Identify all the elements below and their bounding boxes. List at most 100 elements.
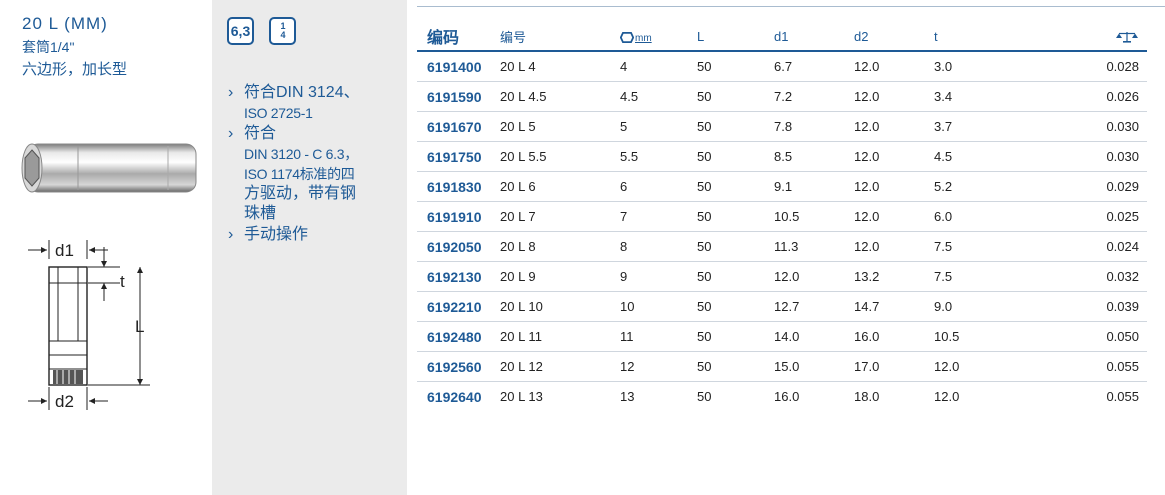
drive-size-value: 6,3	[230, 23, 251, 39]
cell-d1: 6.7	[764, 51, 844, 82]
socket-photo	[21, 143, 197, 193]
cell-code: 6191750	[417, 141, 490, 172]
cell-d1: 15.0	[764, 351, 844, 382]
cell-d2: 18.0	[854, 389, 880, 404]
header-size: mm	[610, 22, 687, 52]
cell-d2: 12.0	[844, 201, 924, 232]
cell-l: 50	[687, 111, 764, 142]
cell-l: 50	[687, 201, 764, 232]
cell-code: 6192560	[417, 351, 490, 382]
header-code: 编码	[417, 22, 490, 52]
cell-d1: 7.8	[764, 111, 844, 142]
table-header-row: 编码 编号 mm L d1 d2 t	[417, 22, 1147, 52]
cell-weight: 0.029	[1004, 171, 1147, 202]
hex-mm-icon	[619, 31, 635, 43]
cell-number: 20 L 4	[490, 51, 610, 82]
cell-t: 5.2	[924, 171, 1004, 202]
cell-weight: 0.025	[1004, 201, 1147, 232]
table-row: 6191910 20 L 7 7 50 10.5 12.0 6.0 0.025	[417, 201, 1147, 232]
cell-d1: 12.7	[764, 291, 844, 322]
cell-size: 10	[610, 291, 687, 322]
cell-d2: 12.0	[844, 81, 924, 112]
cell-size: 11	[610, 321, 687, 352]
cell-l: 50	[687, 261, 764, 292]
feature-item: › 手动操作	[228, 225, 398, 245]
cell-number: 20 L 5.5	[490, 141, 610, 172]
table-row: 6192130 20 L 9 9 50 12.0 13.2 7.5 0.032	[417, 261, 1147, 292]
cell-l: 50	[687, 321, 764, 352]
cell-t: 3.4	[924, 81, 1004, 112]
cell-weight: 0.024	[1004, 231, 1147, 262]
d1-label: d1	[55, 241, 74, 260]
feature-line: ISO 2725-1	[244, 105, 313, 121]
cell-l: 50	[687, 351, 764, 382]
cell-weight: 0.055	[1004, 351, 1147, 382]
cell-d2: 12.0	[844, 111, 924, 142]
table-row: 6192050 20 L 8 8 50 11.3 12.0 7.5 0.024	[417, 231, 1147, 262]
header-d2: d2	[844, 22, 924, 52]
cell-number: 20 L 6	[490, 171, 610, 202]
cell-size: 9	[610, 261, 687, 292]
cell-t: 9.0	[924, 291, 1004, 322]
top-divider	[417, 6, 1165, 7]
cell-weight: 0.030	[1004, 141, 1147, 172]
cell-t: 12.0	[934, 389, 960, 404]
cell-code: 6192480	[417, 321, 490, 352]
feature-line: 手动操作	[244, 226, 309, 243]
feature-line: 符合DIN 3124、	[244, 84, 360, 101]
table-row: 6191400 20 L 4 4 50 6.7 12.0 3.0 0.028	[417, 51, 1147, 82]
cell-number: 20 L 5	[490, 111, 610, 142]
cell-code: 6192640	[427, 388, 482, 405]
product-title: 20 L (MM)	[22, 14, 108, 33]
drive-size-badge: 6,3	[227, 17, 254, 45]
cell-l: 50	[687, 51, 764, 82]
cell-t: 7.5	[924, 261, 1004, 292]
cell-d2: 13.2	[844, 261, 924, 292]
cell-weight: 0.055	[1106, 389, 1139, 404]
cell-code: 6192130	[417, 261, 490, 292]
cell-size: 6	[610, 171, 687, 202]
feature-line: DIN 3120 - C 6.3，	[244, 146, 358, 162]
chevron-right-icon: ›	[228, 226, 234, 243]
cell-number: 20 L 8	[490, 231, 610, 262]
cell-size: 4	[610, 51, 687, 82]
cell-weight: 0.030	[1004, 111, 1147, 142]
cell-t: 3.0	[924, 51, 1004, 82]
cell-l: 50	[687, 291, 764, 322]
table-row: 6191750 20 L 5.5 5.5 50 8.5 12.0 4.5 0.030	[417, 141, 1147, 172]
cell-code: 6191830	[417, 171, 490, 202]
table-row: 6191830 20 L 6 6 50 9.1 12.0 5.2 0.029	[417, 171, 1147, 202]
table-row: 6192210 20 L 10 10 50 12.7 14.7 9.0 0.039	[417, 291, 1147, 322]
cell-number: 20 L 7	[490, 201, 610, 232]
feature-list: › 符合DIN 3124、 ISO 2725-1 › 符合 DIN 3120 -…	[228, 83, 398, 246]
cell-l: 50	[687, 141, 764, 172]
cell-number: 20 L 12	[490, 351, 610, 382]
cell-number: 20 L 10	[490, 291, 610, 322]
cell-l: 50	[697, 389, 712, 404]
chevron-right-icon: ›	[228, 84, 234, 101]
feature-line: 方驱动，带有钢	[244, 185, 357, 202]
drive-fraction-badge: 1 4	[269, 17, 296, 45]
cell-l: 50	[687, 81, 764, 112]
cell-t: 3.7	[924, 111, 1004, 142]
cell-code: 6191910	[417, 201, 490, 232]
cell-size: 13	[620, 389, 635, 404]
header-weight	[1004, 22, 1147, 52]
product-subtitle: 套筒1/4"	[22, 39, 75, 55]
table-row: 6192480 20 L 11 11 50 14.0 16.0 10.5 0.050	[417, 321, 1147, 352]
table-row: 6192560 20 L 12 12 50 15.0 17.0 12.0 0.055	[417, 351, 1147, 382]
cell-size: 12	[610, 351, 687, 382]
cell-t: 6.0	[924, 201, 1004, 232]
feature-line: ISO 1174标准的四	[244, 166, 355, 182]
cell-code: 6191590	[417, 81, 490, 112]
cell-size: 5.5	[610, 141, 687, 172]
product-description: 六边形，加长型	[22, 61, 128, 78]
feature-item: › 符合 DIN 3120 - C 6.3， ISO 1174标准的四 方驱动，…	[228, 124, 398, 224]
cell-number: 20 L 13	[500, 389, 543, 404]
feature-item: › 符合DIN 3124、 ISO 2725-1	[228, 83, 398, 123]
cell-d1: 9.1	[764, 171, 844, 202]
d2-label: d2	[55, 392, 74, 411]
cell-t: 10.5	[924, 321, 1004, 352]
fraction-denominator: 4	[280, 30, 286, 40]
spec-table: 编码 编号 mm L d1 d2 t 6191400 20 L 4 4 50 6…	[417, 22, 1147, 411]
